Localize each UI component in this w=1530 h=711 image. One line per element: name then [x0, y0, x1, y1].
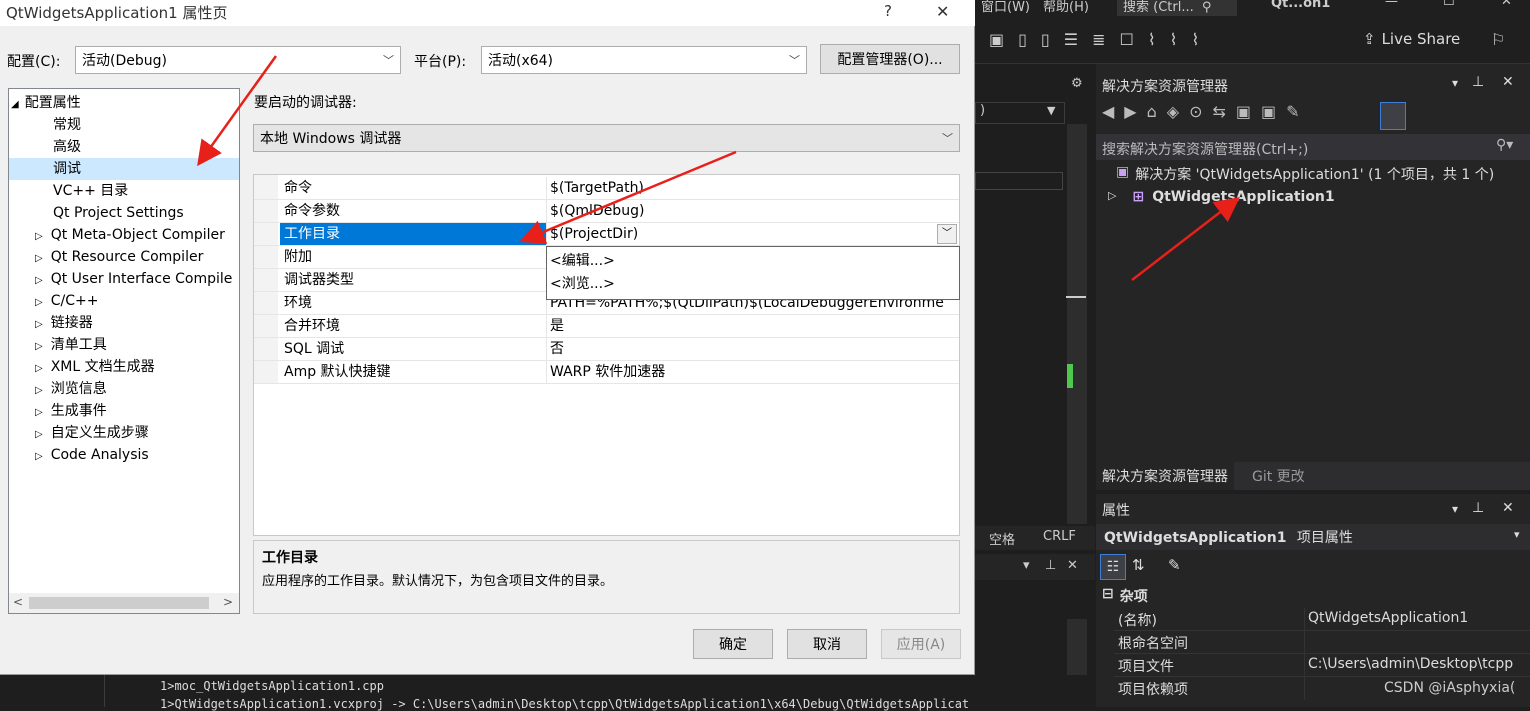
arrow-to-project — [1131, 196, 1240, 281]
arrow-to-debugging — [197, 55, 278, 167]
annotation-arrows — [197, 55, 1240, 281]
arrow-to-working-dir — [519, 150, 737, 244]
